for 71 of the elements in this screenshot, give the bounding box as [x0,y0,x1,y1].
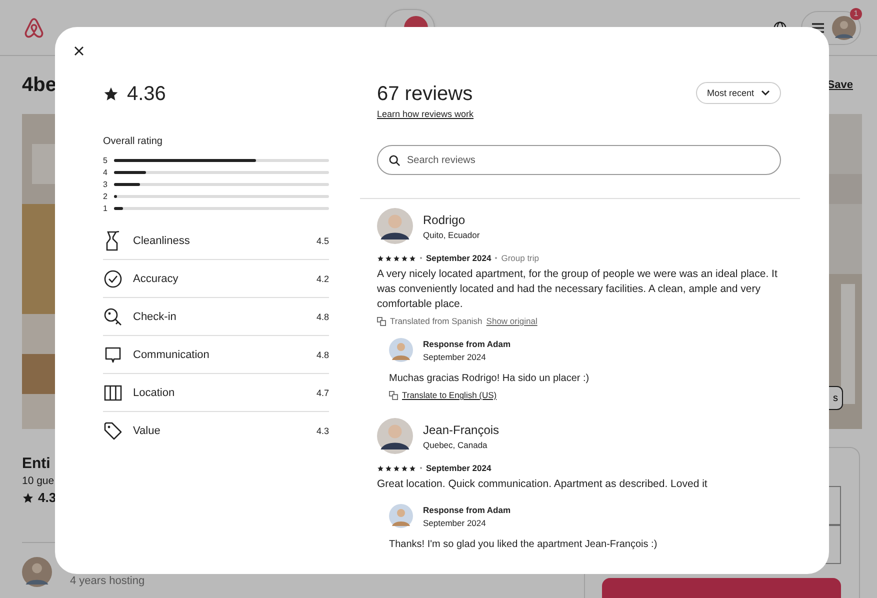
reviewer-location: Quito, Ecuador [423,230,480,240]
show-photos-button[interactable]: s [829,386,843,410]
star-level: 2 [103,192,108,200]
listing-type: Enti [22,455,50,472]
tag-icon [103,422,123,440]
logo-icon[interactable] [22,16,46,40]
reviewer-name: Rodrigo [423,212,466,226]
translate-icon [389,390,398,400]
category-score: 4.5 [316,236,329,246]
rating-text: 4.3 [38,490,56,505]
star-level: 4 [103,168,108,176]
response-text: Thanks! I'm so glad you liked the apartment Jean-François :) [389,538,658,552]
sort-dropdown[interactable]: Most recent [696,82,781,104]
avatar [22,557,52,587]
category-label: Accuracy [133,272,180,284]
category-label: Value [133,424,162,436]
avatar [389,504,413,528]
avatar [377,208,413,244]
key-icon [103,308,123,326]
star-level: 1 [103,204,108,212]
category-score: 4.7 [316,388,329,398]
review-date: September 2024 [426,463,492,473]
overall-score: 4.36 [127,82,166,106]
response-text: Muchas gracias Rodrigo! Ha sido un placer :) [389,372,590,386]
learn-link[interactable]: Learn how reviews work [377,109,474,119]
overall-rating-label: Overall rating [103,136,164,147]
reviewer-location: Quebec, Canada [423,440,488,450]
search-icon [389,155,400,166]
response-date: September 2024 [423,352,487,362]
star-level: 5 [103,156,108,164]
translation-note: Translated from Spanish [390,316,482,326]
category-score: 4.2 [316,274,329,284]
notification-badge: 1 [850,8,862,20]
response-date: September 2024 [423,518,487,528]
show-original-link[interactable]: Show original [486,316,538,326]
category-label: Cleanliness [133,234,191,246]
save-link[interactable]: Save [827,79,853,91]
star-icon [103,86,119,102]
reviewer-name: Jean-François [423,422,500,436]
check-circle-icon [103,270,123,288]
listing-title: 4be [22,74,56,96]
category-label: Check-in [133,310,178,322]
avatar [389,338,413,362]
avatar [832,16,856,40]
category-score: 4.8 [316,312,329,322]
trip-type: Group trip [501,253,539,263]
star-level: 3 [103,180,108,188]
avatar [377,418,413,454]
separator-dot [420,467,422,469]
category-label: Location [133,386,176,398]
translate-link[interactable]: Translate to English (US) [402,390,497,400]
guest-info: 10 gue [22,475,54,487]
category-score: 4.3 [316,426,329,436]
response-author: Response from Adam [423,504,511,514]
review-text: Great location. Quick communication. Apartment as described. Loved it [377,477,708,492]
review-text: A very nicely located apartment, for the group of people we were was an ideal place. It was conveniently located and had the necessary facilities. A clean, ample and very comfortable place. [377,267,778,312]
close-icon[interactable] [73,45,85,57]
caret-icon [761,90,770,96]
chat-bubble-icon [103,346,123,364]
separator-dot [495,257,498,259]
separator-dot [420,257,422,259]
category-score: 4.8 [316,350,329,360]
review-date: September 2024 [426,253,492,263]
star-icon [22,492,34,504]
host-meta: 4 years hosting [70,575,145,587]
category-label: Communication [133,348,210,360]
response-author: Response from Adam [423,338,511,348]
search-field[interactable]: Search reviews [377,145,781,175]
translate-icon [377,316,386,326]
review-count: 67 reviews [377,82,474,106]
map-icon [103,384,123,402]
